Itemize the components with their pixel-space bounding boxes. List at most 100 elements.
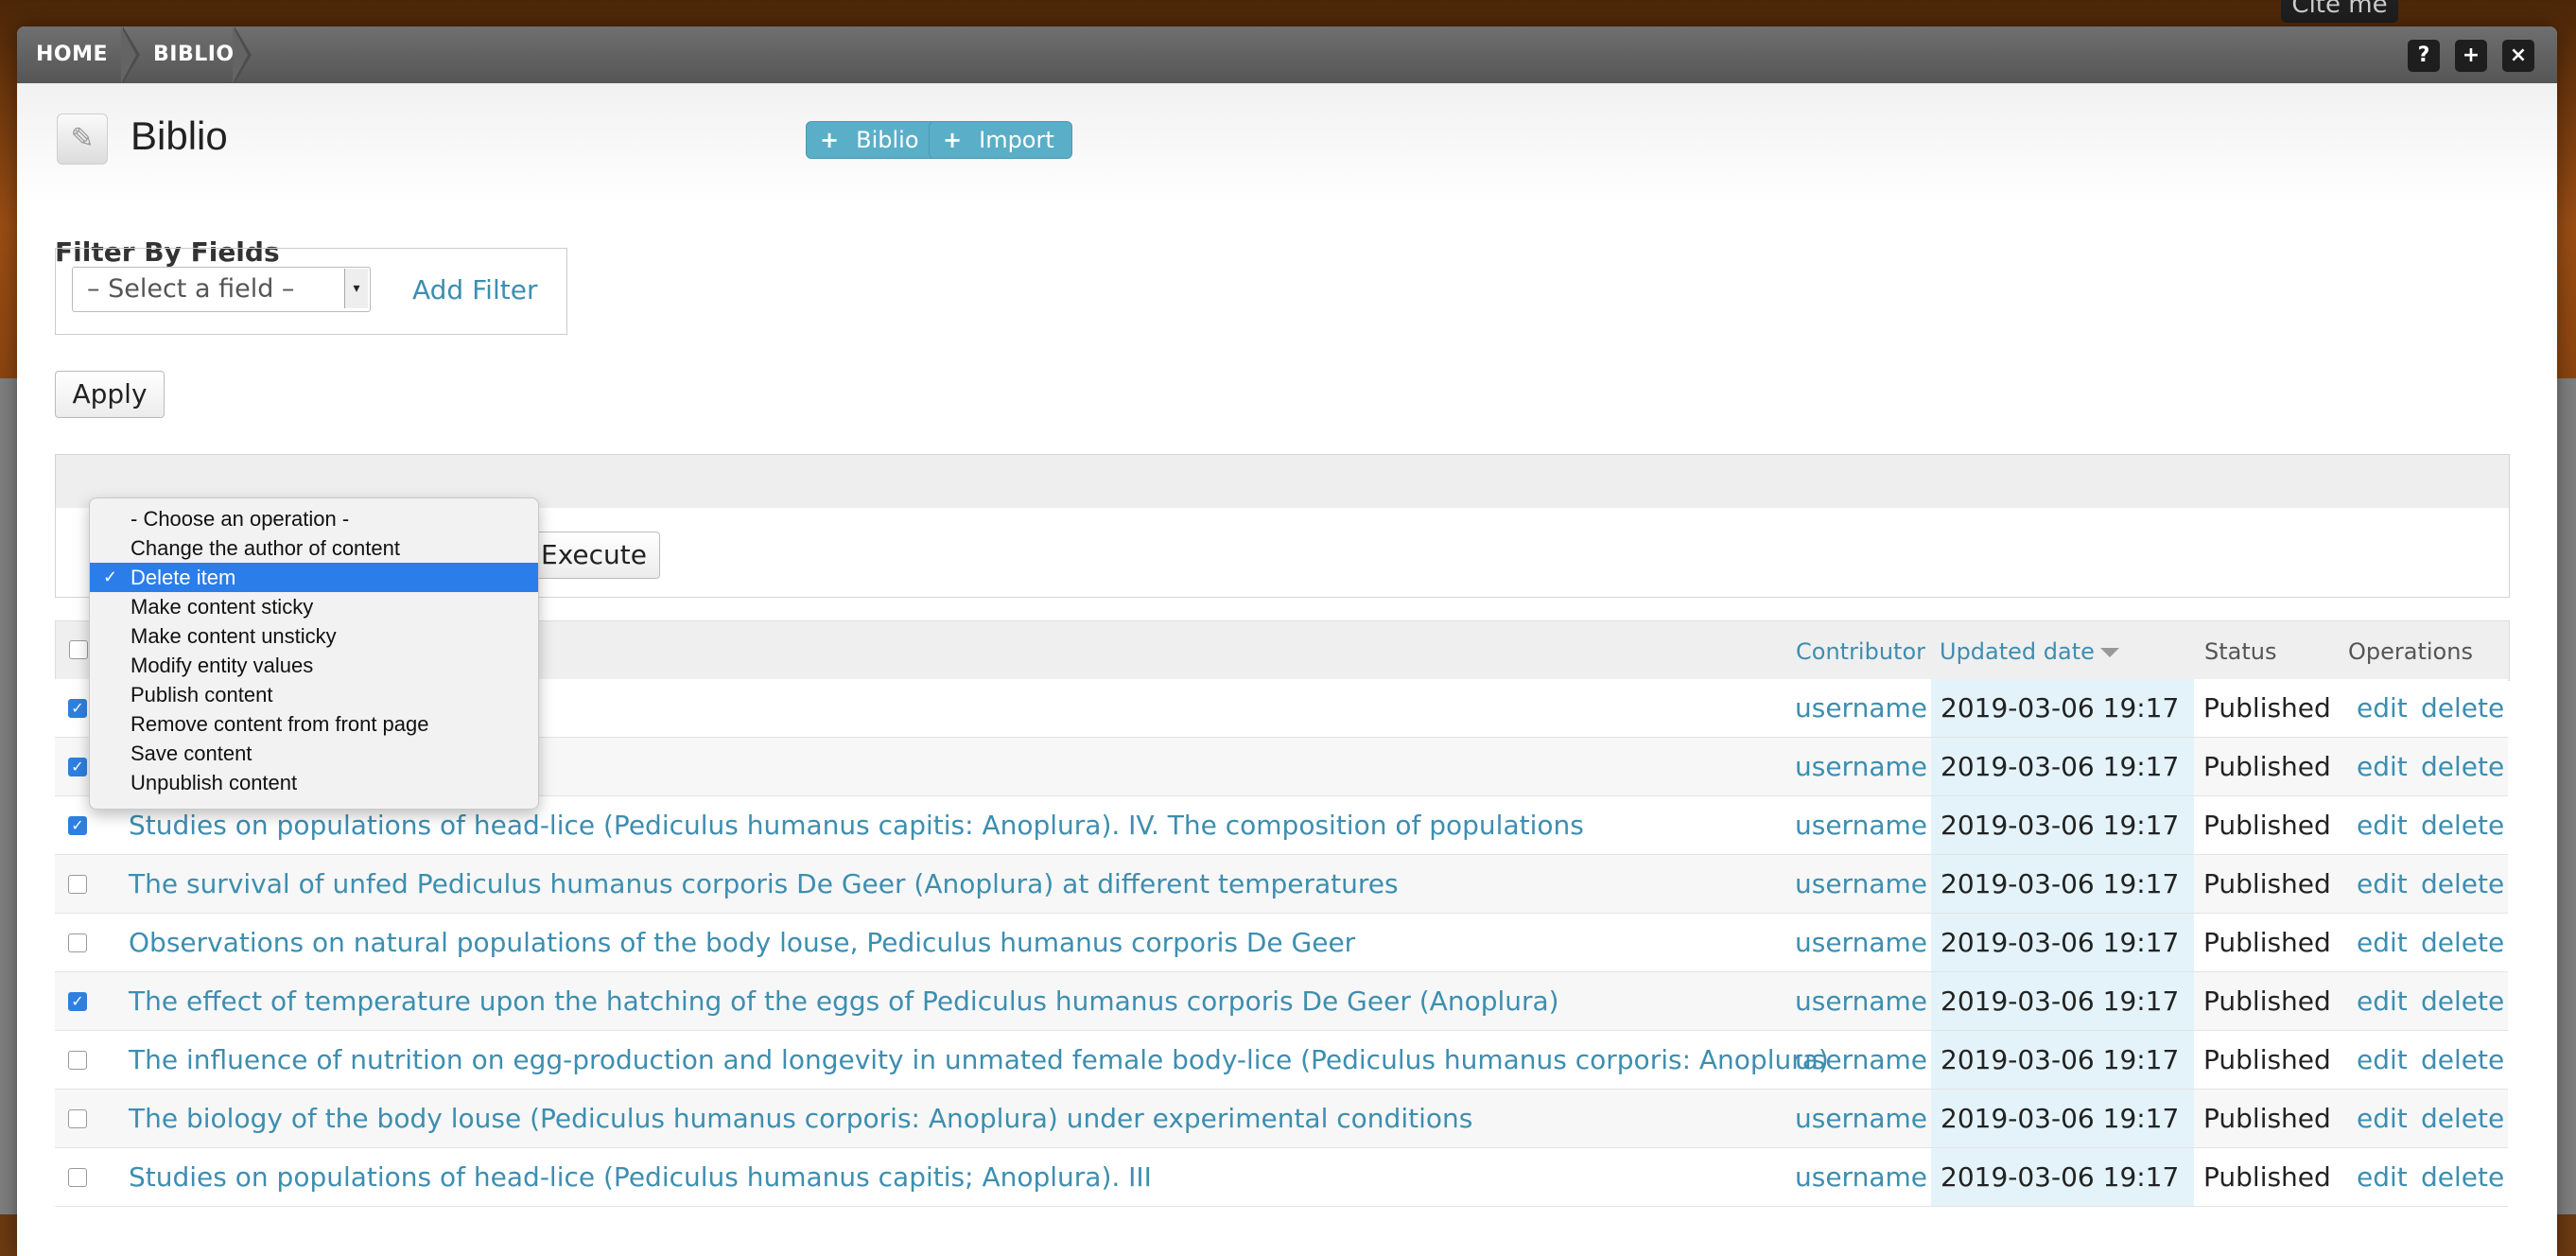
row-updated-date: 2019-03-06 19:17 [1931, 972, 2194, 1030]
row-updated-date: 2019-03-06 19:17 [1931, 914, 2194, 971]
row-status: Published [2203, 810, 2331, 841]
operation-option[interactable]: Make content unsticky [90, 621, 538, 651]
row-checkbox[interactable]: ✓ [68, 992, 87, 1011]
row-checkbox[interactable] [68, 875, 87, 894]
row-delete-link[interactable]: delete [2421, 692, 2504, 724]
row-title-link[interactable]: The survival of unfed Pediculus humanus … [129, 868, 1399, 899]
row-status: Published [2203, 868, 2331, 899]
import-button[interactable]: + Import [929, 121, 1072, 159]
table-row: ✓ The effect of temperature upon the hatc… [55, 972, 2508, 1031]
row-title-link[interactable]: Studies on populations of head-lice (Ped… [129, 810, 1584, 841]
table-row: The influence of nutrition on egg-produc… [55, 1031, 2508, 1090]
row-delete-link[interactable]: delete [2421, 986, 2504, 1017]
operation-dropdown[interactable]: - Choose an operation - Change the author… [89, 497, 539, 810]
add-filter-link[interactable]: Add Filter [412, 274, 537, 305]
row-edit-link[interactable]: edit [2357, 810, 2408, 841]
add-biblio-button[interactable]: + Biblio [806, 121, 937, 159]
operation-option[interactable]: Unpublish content [90, 768, 538, 797]
row-title-link[interactable]: The biology of the body louse (Pediculus… [129, 1103, 1472, 1134]
row-edit-link[interactable]: edit [2357, 1161, 2408, 1193]
row-title-link[interactable]: Studies on populations of head-lice (Ped… [129, 1161, 1152, 1193]
row-contributor-link[interactable]: username [1795, 810, 1927, 841]
row-checkbox[interactable] [68, 1051, 87, 1070]
row-status: Published [2203, 1161, 2331, 1193]
row-delete-link[interactable]: delete [2421, 868, 2504, 899]
row-edit-link[interactable]: edit [2357, 986, 2408, 1017]
row-edit-link[interactable]: edit [2357, 751, 2408, 782]
operation-option[interactable]: Save content [90, 739, 538, 768]
row-edit-link[interactable]: edit [2357, 868, 2408, 899]
operation-option[interactable]: Change the author of content [90, 533, 538, 563]
row-delete-link[interactable]: delete [2421, 1103, 2504, 1134]
row-edit-link[interactable]: edit [2357, 927, 2408, 958]
row-updated-date: 2019-03-06 19:17 [1931, 855, 2194, 913]
row-delete-link[interactable]: delete [2421, 751, 2504, 782]
column-updated-date[interactable]: Updated date [1940, 638, 2119, 665]
close-icon[interactable]: × [2502, 40, 2534, 72]
checkmark-icon: ✓ [103, 567, 118, 586]
operation-option[interactable]: Publish content [90, 680, 538, 709]
row-status: Published [2203, 927, 2331, 958]
cite-me-tab[interactable]: Cite me [2281, 0, 2398, 23]
select-all-checkbox[interactable] [69, 640, 88, 659]
row-checkbox[interactable]: ✓ [68, 816, 87, 835]
table-row: The biology of the body louse (Pediculus… [55, 1090, 2508, 1148]
add-icon[interactable]: + [2455, 40, 2487, 72]
row-delete-link[interactable]: delete [2421, 810, 2504, 841]
row-edit-link[interactable]: edit [2357, 692, 2408, 724]
row-contributor-link[interactable]: username [1795, 751, 1927, 782]
overlay-toolbar: HOME BIBLIO ? + × [17, 26, 2557, 83]
operation-option[interactable]: ✓ Delete item [90, 563, 538, 592]
pencil-icon[interactable]: ✎ [57, 113, 108, 165]
row-status: Published [2203, 1103, 2331, 1134]
breadcrumb-biblio[interactable]: BIBLIO [153, 26, 235, 83]
row-updated-date: 2019-03-06 19:17 [1931, 738, 2194, 795]
plus-icon: + [943, 127, 963, 153]
row-contributor-link[interactable]: username [1795, 692, 1927, 724]
row-contributor-link[interactable]: username [1795, 1161, 1927, 1193]
plus-icon: + [820, 127, 840, 153]
row-status: Published [2203, 986, 2331, 1017]
row-contributor-link[interactable]: username [1795, 986, 1927, 1017]
row-checkbox[interactable] [68, 1168, 87, 1187]
admin-overlay: HOME BIBLIO ? + × ✎ Biblio + Biblio + Impo… [17, 26, 2557, 1256]
page-header [17, 83, 2557, 206]
operation-option[interactable]: - Choose an operation - [90, 504, 538, 533]
row-updated-date: 2019-03-06 19:17 [1931, 796, 2194, 854]
row-status: Published [2203, 751, 2331, 782]
row-updated-date: 2019-03-06 19:17 [1931, 679, 2194, 737]
row-edit-link[interactable]: edit [2357, 1103, 2408, 1134]
row-contributor-link[interactable]: username [1795, 1103, 1927, 1134]
row-updated-date: 2019-03-06 19:17 [1931, 1148, 2194, 1206]
chevron-down-icon[interactable]: ▾ [344, 269, 368, 308]
row-checkbox[interactable]: ✓ [68, 758, 87, 776]
field-select-value: – Select a field – [87, 274, 295, 304]
row-title-link[interactable]: Observations on natural populations of t… [129, 927, 1355, 958]
row-status: Published [2203, 692, 2331, 724]
page-title: Biblio [131, 113, 228, 158]
operation-option[interactable]: Make content sticky [90, 592, 538, 621]
row-checkbox[interactable]: ✓ [68, 699, 87, 718]
operation-option[interactable]: Modify entity values [90, 651, 538, 680]
row-checkbox[interactable] [68, 1109, 87, 1128]
row-status: Published [2203, 1044, 2331, 1075]
row-delete-link[interactable]: delete [2421, 1161, 2504, 1193]
sort-desc-icon [2099, 648, 2119, 657]
operation-option[interactable]: Remove content from front page [90, 709, 538, 739]
row-edit-link[interactable]: edit [2357, 1044, 2408, 1075]
column-status: Status [2204, 638, 2277, 665]
help-icon[interactable]: ? [2408, 40, 2440, 72]
row-delete-link[interactable]: delete [2421, 927, 2504, 958]
table-row: Observations on natural populations of t… [55, 914, 2508, 972]
breadcrumb-home[interactable]: HOME [36, 26, 108, 83]
row-title-link[interactable]: The influence of nutrition on egg-produc… [129, 1044, 1829, 1075]
row-contributor-link[interactable]: username [1795, 1044, 1927, 1075]
row-contributor-link[interactable]: username [1795, 927, 1927, 958]
row-contributor-link[interactable]: username [1795, 868, 1927, 899]
row-delete-link[interactable]: delete [2421, 1044, 2504, 1075]
execute-button[interactable]: Execute [528, 532, 660, 579]
apply-button[interactable]: Apply [55, 371, 165, 418]
row-title-link[interactable]: The effect of temperature upon the hatch… [129, 986, 1559, 1017]
row-checkbox[interactable] [68, 933, 87, 952]
column-contributor[interactable]: Contributor [1796, 638, 1925, 665]
